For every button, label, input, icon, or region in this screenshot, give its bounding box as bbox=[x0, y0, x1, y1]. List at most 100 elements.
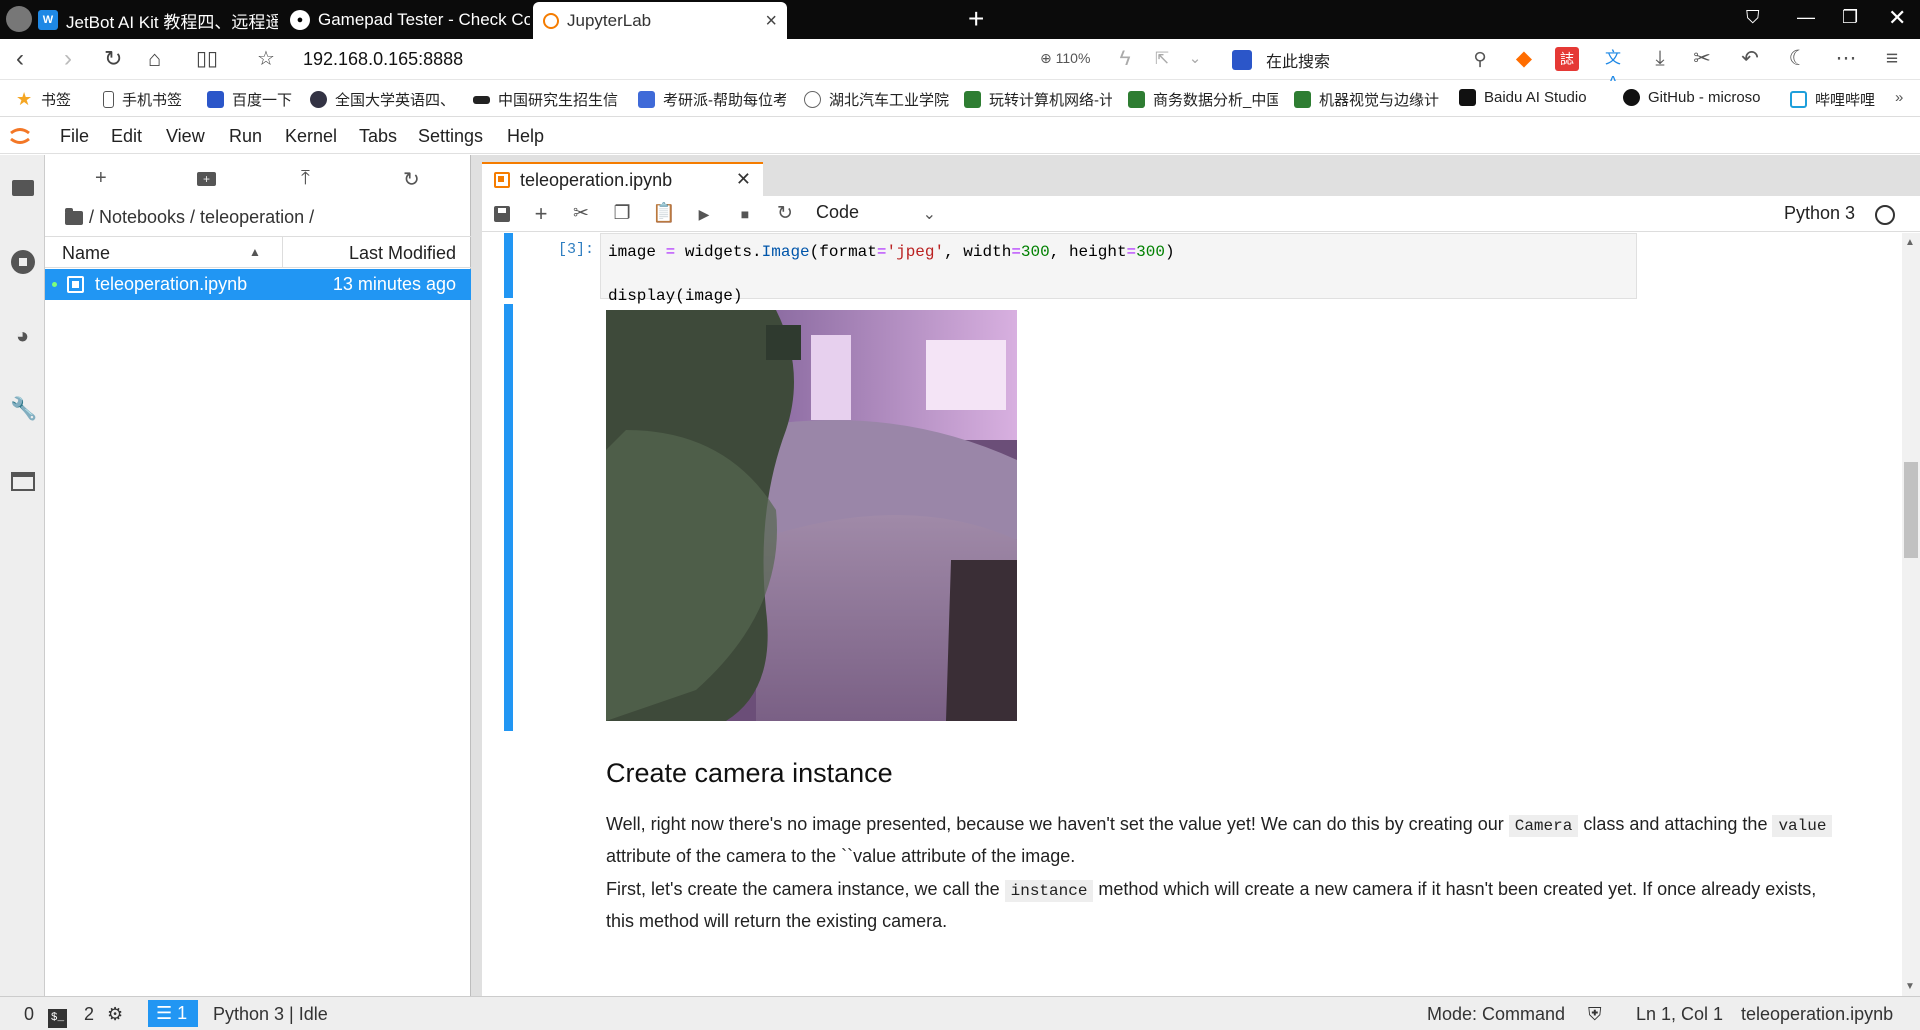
terminal-icon[interactable]: $_ bbox=[48, 1004, 67, 1028]
menu-settings[interactable]: Settings bbox=[418, 126, 483, 147]
bookmark-item[interactable]: 玩转计算机网络-计 bbox=[964, 89, 1112, 110]
cursor-position[interactable]: Ln 1, Col 1 bbox=[1636, 1004, 1723, 1025]
home-icon[interactable]: ⌂ bbox=[148, 45, 161, 73]
minimize-window-icon[interactable]: — bbox=[1797, 7, 1815, 28]
notebook-tab[interactable]: teleoperation.ipynb ✕ bbox=[482, 162, 763, 196]
run-icon[interactable]: ▶ bbox=[693, 203, 715, 225]
breadcrumb-path[interactable]: / Notebooks / teleoperation / bbox=[89, 207, 314, 228]
browser-avatar[interactable] bbox=[6, 6, 32, 32]
menu-help[interactable]: Help bbox=[507, 126, 544, 147]
cell-type-select[interactable]: Code ⌄ bbox=[816, 202, 936, 223]
file-name[interactable]: teleoperation.ipynb bbox=[95, 274, 247, 295]
scroll-thumb[interactable] bbox=[1904, 462, 1918, 558]
undo-icon[interactable]: ↶ bbox=[1738, 47, 1762, 71]
column-divider[interactable] bbox=[282, 237, 283, 268]
menu-tabs[interactable]: Tabs bbox=[359, 126, 397, 147]
new-tab-button[interactable]: + bbox=[968, 5, 984, 33]
browser-tab-jetbot[interactable]: W JetBot AI Kit 教程四、远程遥控 - Wa bbox=[38, 2, 278, 38]
close-window-icon[interactable]: ✕ bbox=[1888, 5, 1906, 31]
bookmark-item[interactable]: 哔哩哔哩 bbox=[1790, 89, 1890, 110]
chevron-down-icon[interactable]: ⌄ bbox=[1183, 47, 1207, 71]
restart-icon[interactable]: ↻ bbox=[774, 203, 796, 225]
file-row[interactable]: teleoperation.ipynb 13 minutes ago bbox=[45, 269, 471, 300]
bookmark-item[interactable]: 商务数据分析_中国 bbox=[1128, 89, 1278, 110]
back-icon[interactable]: ‹ bbox=[16, 45, 24, 73]
bookmark-item[interactable]: 机器视觉与边缘计 bbox=[1294, 89, 1444, 110]
menu-edit[interactable]: Edit bbox=[111, 126, 142, 147]
menu-icon[interactable]: ≡ bbox=[1880, 47, 1904, 71]
more-icon[interactable]: ⋯ bbox=[1834, 47, 1858, 71]
bookmark-item[interactable]: 手机书签 bbox=[103, 89, 182, 110]
menu-kernel[interactable]: Kernel bbox=[285, 126, 337, 147]
tabs-icon[interactable] bbox=[10, 469, 35, 494]
close-icon[interactable]: ✕ bbox=[736, 169, 751, 190]
menu-run[interactable]: Run bbox=[229, 126, 262, 147]
bookmark-item[interactable]: Baidu AI Studio bbox=[1459, 89, 1587, 106]
bookmark-item[interactable]: 湖北汽车工业学院 bbox=[804, 89, 949, 110]
shirt-skin-icon[interactable]: ⛉ bbox=[1746, 7, 1760, 28]
column-last-modified[interactable]: Last Modified bbox=[349, 243, 456, 264]
url-field[interactable]: 192.168.0.165:8888 bbox=[303, 49, 463, 70]
bookmark-item[interactable]: 全国大学英语四、 bbox=[310, 89, 450, 110]
stop-icon[interactable]: ■ bbox=[734, 203, 756, 225]
reload-icon[interactable]: ↻ bbox=[104, 45, 122, 73]
chip-icon[interactable]: ⚙ bbox=[107, 1004, 123, 1025]
terminal-count[interactable]: 0 bbox=[24, 1004, 34, 1025]
wrench-icon[interactable]: 🔧 bbox=[10, 396, 37, 421]
share-icon[interactable]: ⇱ bbox=[1150, 47, 1174, 71]
bookmark-star-icon[interactable]: ☆ bbox=[257, 45, 275, 73]
insert-cell-icon[interactable]: + bbox=[530, 203, 552, 225]
new-launcher-icon[interactable]: + bbox=[95, 167, 107, 190]
browser-tab-gamepad[interactable]: ● Gamepad Tester - Check Controlle bbox=[290, 2, 530, 38]
code-editor[interactable]: image = widgets.Image(format='jpeg', wid… bbox=[600, 233, 1637, 305]
column-name[interactable]: Name bbox=[62, 243, 110, 264]
sort-ascending-icon[interactable]: ▲ bbox=[249, 245, 261, 259]
paste-icon[interactable]: 📋 bbox=[652, 203, 676, 225]
breadcrumb[interactable]: / Notebooks / teleoperation / bbox=[65, 207, 314, 228]
browser-tab-jupyterlab[interactable]: JupyterLab × bbox=[533, 2, 787, 39]
output-collapser[interactable] bbox=[504, 304, 513, 731]
new-folder-icon[interactable]: + bbox=[197, 167, 216, 186]
kernel-name[interactable]: Python 3 bbox=[1784, 203, 1855, 224]
translate-icon[interactable]: 文A bbox=[1601, 47, 1625, 91]
palette-icon[interactable]: ◕ bbox=[10, 323, 35, 348]
download-icon[interactable]: ⤓ bbox=[1648, 47, 1672, 71]
bookmark-item[interactable]: GitHub - microso bbox=[1623, 89, 1775, 106]
lightning-icon[interactable]: ϟ bbox=[1113, 47, 1137, 71]
trusted-shield-icon[interactable]: ⛨ bbox=[1588, 1004, 1602, 1025]
bookmark-item[interactable]: 百度一下 bbox=[207, 89, 292, 110]
upload-icon[interactable]: ⤒ bbox=[301, 167, 310, 190]
forward-icon[interactable]: › bbox=[64, 45, 72, 73]
scroll-down-icon[interactable]: ▼ bbox=[1905, 981, 1915, 992]
notebook-scrollbar[interactable]: ▲ ▼ bbox=[1902, 233, 1920, 996]
scroll-up-icon[interactable]: ▲ bbox=[1905, 237, 1915, 248]
running-icon[interactable] bbox=[10, 250, 35, 275]
search-engine-icon[interactable] bbox=[1232, 50, 1252, 70]
folder-icon[interactable] bbox=[10, 175, 35, 200]
night-mode-icon[interactable]: ☾ bbox=[1786, 47, 1810, 71]
menu-view[interactable]: View bbox=[166, 126, 205, 147]
input-collapser[interactable] bbox=[504, 233, 513, 298]
restore-window-icon[interactable]: ❐ bbox=[1842, 7, 1858, 28]
search-icon[interactable]: ⚲ bbox=[1468, 47, 1492, 71]
scissors-icon[interactable]: ✂ bbox=[1690, 47, 1714, 71]
bookmark-item[interactable]: 中国研究生招生信 bbox=[473, 89, 621, 110]
extension-red-icon[interactable]: 誌 bbox=[1555, 47, 1579, 71]
game-icon[interactable]: ◆ bbox=[1512, 47, 1536, 71]
folder-icon[interactable] bbox=[65, 207, 83, 225]
reader-mode-icon[interactable]: ▯▯ bbox=[196, 45, 218, 73]
search-box[interactable]: 在此搜索 bbox=[1232, 47, 1492, 73]
bookmarks-overflow-icon[interactable]: » bbox=[1895, 89, 1903, 106]
refresh-icon[interactable]: ↻ bbox=[403, 167, 420, 192]
markdown-cell[interactable]: Create camera instance bbox=[606, 758, 1846, 788]
copy-icon[interactable]: ❐ bbox=[611, 203, 633, 225]
close-tab-icon[interactable]: × bbox=[765, 10, 777, 33]
zoom-level[interactable]: ⊕ 110% bbox=[1040, 50, 1090, 67]
cut-icon[interactable]: ✂ bbox=[570, 203, 592, 225]
kernel-status-text[interactable]: Python 3 | Idle bbox=[213, 1004, 328, 1025]
bookmark-item[interactable]: ★ 书签 bbox=[16, 89, 71, 110]
bookmark-item[interactable]: 考研派-帮助每位考 bbox=[638, 89, 786, 110]
kernel-count[interactable]: 2 bbox=[84, 1004, 94, 1025]
save-icon[interactable] bbox=[491, 203, 513, 225]
cell-count-badge[interactable]: ☰ 1 bbox=[148, 1000, 198, 1027]
